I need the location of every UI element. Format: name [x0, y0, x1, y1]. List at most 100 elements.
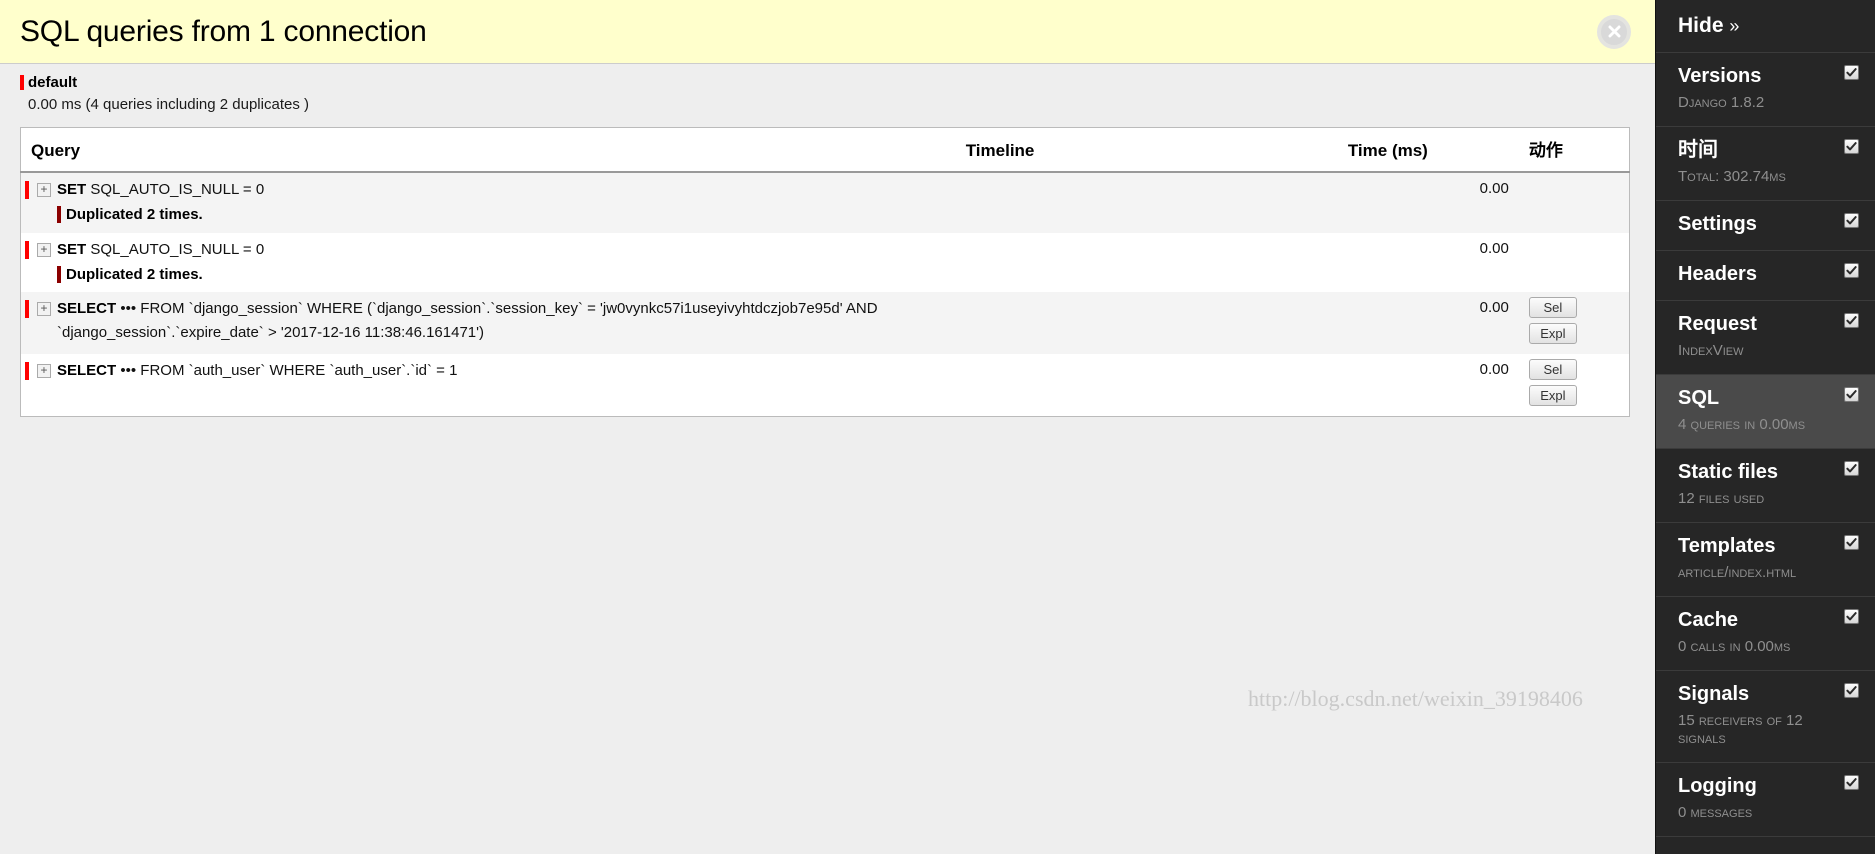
action-cell: Sel Expl: [1519, 292, 1630, 354]
table-row[interactable]: + SELECT ••• FROM `django_session` WHERE …: [20, 292, 1630, 355]
sql-keyword: SET: [57, 240, 87, 258]
expand-toggle-icon[interactable]: +: [37, 302, 51, 317]
panel-subtitle: 0 messages: [1678, 804, 1753, 821]
panel-subtitle: 4 queries in 0.00ms: [1678, 416, 1806, 433]
panel-title: Headers: [1678, 263, 1757, 285]
panel-enable-checkbox[interactable]: [1844, 65, 1859, 80]
sql-text: ••• FROM `django_session` WHERE (`django…: [116, 300, 878, 318]
toolbar-panel-logging[interactable]: Logging 0 messages: [1656, 763, 1875, 837]
djdt-screen: SQL queries from 1 connection default 0.…: [0, 0, 1875, 854]
connection-name: default: [20, 74, 77, 91]
timeline-cell: [956, 292, 1338, 354]
panel-enable-checkbox[interactable]: [1844, 139, 1859, 154]
panel-enable-checkbox[interactable]: [1844, 775, 1859, 790]
panel-enable-checkbox[interactable]: [1844, 213, 1859, 228]
chevron-right-icon: »: [1729, 16, 1740, 36]
time-cell: 0.00: [1479, 361, 1509, 379]
panel-enable-checkbox[interactable]: [1844, 461, 1859, 476]
action-cell: [1519, 233, 1630, 293]
panel-header: SQL queries from 1 connection: [0, 0, 1655, 64]
column-header-time: Time (ms): [1337, 127, 1519, 173]
close-icon[interactable]: [1597, 14, 1631, 49]
expl-button[interactable]: Expl: [1528, 385, 1577, 407]
connection-summary: default 0.00 ms (4 queries including 2 d…: [0, 64, 1655, 115]
sql-text: ••• FROM `auth_user` WHERE `auth_user`.`…: [116, 362, 458, 380]
table-header: Query Timeline Time (ms) 动作: [20, 127, 1630, 173]
hide-toolbar-button[interactable]: Hide »: [1656, 0, 1875, 53]
action-cell: [1519, 172, 1630, 233]
query-cell: + SET SQL_AUTO_IS_NULL = 0 Duplicated 2 ti…: [21, 233, 956, 293]
expl-button[interactable]: Expl: [1528, 323, 1577, 345]
timeline-cell: [956, 172, 1338, 233]
panel-title: Versions: [1678, 65, 1762, 87]
time-cell: 0.00: [1479, 180, 1509, 197]
panel-title: Signals: [1678, 683, 1750, 705]
expand-toggle-icon[interactable]: +: [37, 242, 51, 257]
toolbar-panel-templates[interactable]: Templates article/index.html: [1656, 523, 1875, 597]
hide-label: Hide: [1678, 14, 1724, 37]
column-header-action: 动作: [1518, 127, 1630, 173]
duplicate-notice: Duplicated 2 times.: [57, 205, 946, 225]
timeline-cell: [956, 354, 1338, 417]
panel-enable-checkbox[interactable]: [1844, 609, 1859, 624]
sql-queries-table: Query Timeline Time (ms) 动作 + SET SQL_AUT…: [20, 127, 1630, 418]
panel-subtitle: 0 calls in 0.00ms: [1678, 638, 1791, 655]
panel-title: Logging: [1678, 775, 1757, 797]
panel-subtitle: 12 files used: [1678, 490, 1765, 507]
toolbar-panel-list: Versions Django 1.8.2 时间 Total: 302.74ms Set…: [1656, 53, 1875, 837]
query-cell: + SELECT ••• FROM `auth_user` WHERE `auth…: [21, 354, 956, 417]
page-title: SQL queries from 1 connection: [20, 14, 427, 48]
column-header-query: Query: [20, 127, 956, 173]
table-body: + SET SQL_AUTO_IS_NULL = 0 Duplicated 2 ti…: [20, 172, 1630, 417]
toolbar-panel-cache[interactable]: Cache 0 calls in 0.00ms: [1656, 597, 1875, 671]
panel-body: default 0.00 ms (4 queries including 2 d…: [0, 64, 1655, 853]
panel-subtitle: article/index.html: [1678, 564, 1797, 581]
panel-enable-checkbox[interactable]: [1844, 387, 1859, 402]
sql-text: SQL_AUTO_IS_NULL = 0: [86, 240, 265, 258]
panel-subtitle: Django 1.8.2: [1678, 94, 1765, 111]
duplicate-notice: Duplicated 2 times.: [57, 265, 946, 285]
panel-subtitle: Total: 302.74ms: [1678, 168, 1786, 185]
query-cell: + SELECT ••• FROM `django_session` WHERE …: [21, 292, 956, 354]
panel-title: Static files: [1678, 461, 1779, 483]
timeline-cell: [956, 233, 1338, 293]
toolbar-panel-headers[interactable]: Headers: [1656, 251, 1875, 301]
panel-enable-checkbox[interactable]: [1844, 535, 1859, 550]
sql-keyword: SET: [57, 181, 87, 198]
expand-toggle-icon[interactable]: +: [37, 364, 51, 379]
panel-subtitle: 15 receivers of 12 signals: [1678, 712, 1803, 747]
panel-title: Settings: [1678, 213, 1757, 235]
time-cell: 0.00: [1479, 299, 1509, 317]
toolbar-panel-static-files[interactable]: Static files 12 files used: [1656, 449, 1875, 523]
expand-toggle-icon[interactable]: +: [37, 183, 51, 198]
query-cell: + SET SQL_AUTO_IS_NULL = 0 Duplicated 2 ti…: [21, 172, 956, 233]
sel-button[interactable]: Sel: [1528, 359, 1577, 381]
action-cell: Sel Expl: [1519, 354, 1630, 417]
toolbar-panel-request[interactable]: Request IndexView: [1656, 301, 1875, 375]
panel-enable-checkbox[interactable]: [1844, 263, 1859, 278]
panel-title: Templates: [1678, 535, 1776, 557]
panel-title: SQL: [1678, 387, 1720, 409]
sel-button[interactable]: Sel: [1528, 297, 1577, 319]
panel-enable-checkbox[interactable]: [1844, 313, 1859, 328]
toolbar-panel-signals[interactable]: Signals 15 receivers of 12 signals: [1656, 671, 1875, 763]
debug-toolbar: Hide » Versions Django 1.8.2 时间 Total: 302.…: [1655, 0, 1875, 854]
panel-title: 时间: [1678, 139, 1718, 161]
column-header-timeline: Timeline: [955, 127, 1338, 173]
toolbar-panel-panel[interactable]: 时间 Total: 302.74ms: [1656, 127, 1875, 201]
table-row[interactable]: + SELECT ••• FROM `auth_user` WHERE `auth…: [20, 354, 1630, 417]
panel-enable-checkbox[interactable]: [1844, 683, 1859, 698]
sql-panel-content: SQL queries from 1 connection default 0.…: [0, 0, 1655, 854]
sql-text-line2: `django_session`.`expire_date` > '2017-1…: [57, 323, 484, 341]
connection-stats: 0.00 ms (4 queries including 2 duplicate…: [28, 96, 309, 113]
toolbar-panel-versions[interactable]: Versions Django 1.8.2: [1656, 53, 1875, 127]
panel-title: Cache: [1678, 609, 1739, 631]
table-row[interactable]: + SET SQL_AUTO_IS_NULL = 0 Duplicated 2 ti…: [20, 232, 1630, 293]
sql-keyword: SELECT: [57, 300, 117, 318]
toolbar-panel-settings[interactable]: Settings: [1656, 201, 1875, 251]
panel-subtitle: IndexView: [1678, 342, 1744, 359]
table-row[interactable]: + SET SQL_AUTO_IS_NULL = 0 Duplicated 2 ti…: [20, 172, 1630, 233]
toolbar-panel-sql[interactable]: SQL 4 queries in 0.00ms: [1656, 375, 1875, 449]
sql-text: SQL_AUTO_IS_NULL = 0: [86, 181, 265, 198]
panel-title: Request: [1678, 313, 1757, 335]
